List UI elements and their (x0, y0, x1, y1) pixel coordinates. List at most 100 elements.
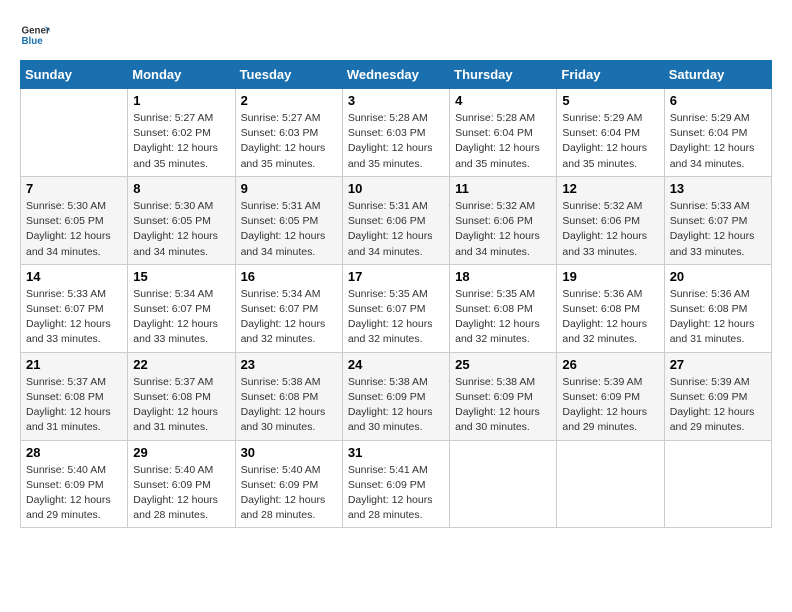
calendar-cell: 25 Sunrise: 5:38 AMSunset: 6:09 PMDayligh… (450, 352, 557, 440)
calendar-cell (664, 440, 771, 528)
calendar-cell: 6 Sunrise: 5:29 AMSunset: 6:04 PMDaylight… (664, 89, 771, 177)
day-number: 5 (562, 93, 658, 108)
day-number: 25 (455, 357, 551, 372)
day-number: 4 (455, 93, 551, 108)
calendar-cell: 17Sunrise: 5:35 AMSunset: 6:07 PMDayligh… (342, 264, 449, 352)
calendar-cell (21, 89, 128, 177)
day-header-wednesday: Wednesday (342, 61, 449, 89)
day-info: Sunrise: 5:27 AMSunset: 6:02 PMDaylight:… (133, 111, 229, 172)
logo: General Blue (20, 20, 54, 50)
day-number: 13 (670, 181, 766, 196)
day-info: Sunrise: 5:29 AMSunset: 6:04 PMDaylight:… (670, 111, 766, 172)
calendar-cell: 10 Sunrise: 5:31 AMSunset: 6:06 PMDayligh… (342, 176, 449, 264)
calendar-cell: 22 Sunrise: 5:37 AMSunset: 6:08 PMDayligh… (128, 352, 235, 440)
day-info: Sunrise: 5:31 AMSunset: 6:06 PMDaylight:… (348, 199, 444, 260)
day-header-thursday: Thursday (450, 61, 557, 89)
calendar-cell: 7Sunrise: 5:30 AMSunset: 6:05 PMDaylight… (21, 176, 128, 264)
calendar-cell: 19 Sunrise: 5:36 AMSunset: 6:08 PMDayligh… (557, 264, 664, 352)
day-info: Sunrise: 5:37 AMSunset: 6:08 PMDaylight:… (26, 375, 122, 436)
day-info: Sunrise: 5:40 AMSunset: 6:09 PMDaylight:… (26, 463, 122, 524)
calendar-cell: 26 Sunrise: 5:39 AMSunset: 6:09 PMDayligh… (557, 352, 664, 440)
calendar-cell: 16Sunrise: 5:34 AMSunset: 6:07 PMDayligh… (235, 264, 342, 352)
day-number: 19 (562, 269, 658, 284)
calendar-cell: 12 Sunrise: 5:32 AMSunset: 6:06 PMDayligh… (557, 176, 664, 264)
day-number: 18 (455, 269, 551, 284)
day-number: 24 (348, 357, 444, 372)
calendar-cell: 4 Sunrise: 5:28 AMSunset: 6:04 PMDaylight… (450, 89, 557, 177)
day-number: 23 (241, 357, 337, 372)
calendar-cell: 21 Sunrise: 5:37 AMSunset: 6:08 PMDayligh… (21, 352, 128, 440)
day-number: 11 (455, 181, 551, 196)
day-header-saturday: Saturday (664, 61, 771, 89)
day-number: 16 (241, 269, 337, 284)
day-number: 6 (670, 93, 766, 108)
page-header: General Blue (20, 20, 772, 50)
day-number: 29 (133, 445, 229, 460)
day-info: Sunrise: 5:33 AMSunset: 6:07 PMDaylight:… (26, 287, 122, 348)
day-number: 28 (26, 445, 122, 460)
day-info: Sunrise: 5:40 AMSunset: 6:09 PMDaylight:… (241, 463, 337, 524)
calendar-cell: 31 Sunrise: 5:41 AMSunset: 6:09 PMDayligh… (342, 440, 449, 528)
day-info: Sunrise: 5:37 AMSunset: 6:08 PMDaylight:… (133, 375, 229, 436)
calendar-cell: 24 Sunrise: 5:38 AMSunset: 6:09 PMDayligh… (342, 352, 449, 440)
day-info: Sunrise: 5:38 AMSunset: 6:09 PMDaylight:… (348, 375, 444, 436)
day-info: Sunrise: 5:41 AMSunset: 6:09 PMDaylight:… (348, 463, 444, 524)
calendar-cell: 18 Sunrise: 5:35 AMSunset: 6:08 PMDayligh… (450, 264, 557, 352)
day-number: 14 (26, 269, 122, 284)
day-number: 8 (133, 181, 229, 196)
day-info: Sunrise: 5:31 AMSunset: 6:05 PMDaylight:… (241, 199, 337, 260)
day-number: 15 (133, 269, 229, 284)
day-info: Sunrise: 5:28 AMSunset: 6:04 PMDaylight:… (455, 111, 551, 172)
svg-text:Blue: Blue (22, 36, 44, 47)
day-info: Sunrise: 5:33 AMSunset: 6:07 PMDaylight:… (670, 199, 766, 260)
day-number: 9 (241, 181, 337, 196)
calendar-cell: 23 Sunrise: 5:38 AMSunset: 6:08 PMDayligh… (235, 352, 342, 440)
day-number: 20 (670, 269, 766, 284)
calendar-cell: 14 Sunrise: 5:33 AMSunset: 6:07 PMDayligh… (21, 264, 128, 352)
day-info: Sunrise: 5:36 AMSunset: 6:08 PMDaylight:… (562, 287, 658, 348)
day-info: Sunrise: 5:34 AMSunset: 6:07 PMDaylight:… (133, 287, 229, 348)
day-number: 17 (348, 269, 444, 284)
day-header-tuesday: Tuesday (235, 61, 342, 89)
day-number: 22 (133, 357, 229, 372)
calendar-cell: 9 Sunrise: 5:31 AMSunset: 6:05 PMDaylight… (235, 176, 342, 264)
calendar-table: SundayMondayTuesdayWednesdayThursdayFrid… (20, 60, 772, 528)
day-number: 3 (348, 93, 444, 108)
day-number: 10 (348, 181, 444, 196)
calendar-cell: 1 Sunrise: 5:27 AMSunset: 6:02 PMDaylight… (128, 89, 235, 177)
day-info: Sunrise: 5:29 AMSunset: 6:04 PMDaylight:… (562, 111, 658, 172)
calendar-cell: 13 Sunrise: 5:33 AMSunset: 6:07 PMDayligh… (664, 176, 771, 264)
day-number: 26 (562, 357, 658, 372)
day-info: Sunrise: 5:30 AMSunset: 6:05 PMDaylight:… (133, 199, 229, 260)
day-header-monday: Monday (128, 61, 235, 89)
day-number: 2 (241, 93, 337, 108)
calendar-cell: 30 Sunrise: 5:40 AMSunset: 6:09 PMDayligh… (235, 440, 342, 528)
calendar-cell: 28 Sunrise: 5:40 AMSunset: 6:09 PMDayligh… (21, 440, 128, 528)
logo-icon: General Blue (20, 20, 50, 50)
calendar-cell: 5 Sunrise: 5:29 AMSunset: 6:04 PMDaylight… (557, 89, 664, 177)
calendar-cell: 20 Sunrise: 5:36 AMSunset: 6:08 PMDayligh… (664, 264, 771, 352)
day-number: 31 (348, 445, 444, 460)
day-number: 21 (26, 357, 122, 372)
calendar-cell (557, 440, 664, 528)
day-number: 30 (241, 445, 337, 460)
day-info: Sunrise: 5:36 AMSunset: 6:08 PMDaylight:… (670, 287, 766, 348)
day-info: Sunrise: 5:38 AMSunset: 6:09 PMDaylight:… (455, 375, 551, 436)
day-info: Sunrise: 5:40 AMSunset: 6:09 PMDaylight:… (133, 463, 229, 524)
day-number: 27 (670, 357, 766, 372)
day-info: Sunrise: 5:38 AMSunset: 6:08 PMDaylight:… (241, 375, 337, 436)
day-info: Sunrise: 5:35 AMSunset: 6:08 PMDaylight:… (455, 287, 551, 348)
day-info: Sunrise: 5:39 AMSunset: 6:09 PMDaylight:… (670, 375, 766, 436)
calendar-cell: 2 Sunrise: 5:27 AMSunset: 6:03 PMDaylight… (235, 89, 342, 177)
day-header-friday: Friday (557, 61, 664, 89)
day-info: Sunrise: 5:28 AMSunset: 6:03 PMDaylight:… (348, 111, 444, 172)
day-info: Sunrise: 5:27 AMSunset: 6:03 PMDaylight:… (241, 111, 337, 172)
day-info: Sunrise: 5:39 AMSunset: 6:09 PMDaylight:… (562, 375, 658, 436)
day-number: 12 (562, 181, 658, 196)
calendar-cell (450, 440, 557, 528)
day-info: Sunrise: 5:32 AMSunset: 6:06 PMDaylight:… (562, 199, 658, 260)
day-number: 1 (133, 93, 229, 108)
calendar-cell: 11Sunrise: 5:32 AMSunset: 6:06 PMDayligh… (450, 176, 557, 264)
day-number: 7 (26, 181, 122, 196)
day-header-sunday: Sunday (21, 61, 128, 89)
